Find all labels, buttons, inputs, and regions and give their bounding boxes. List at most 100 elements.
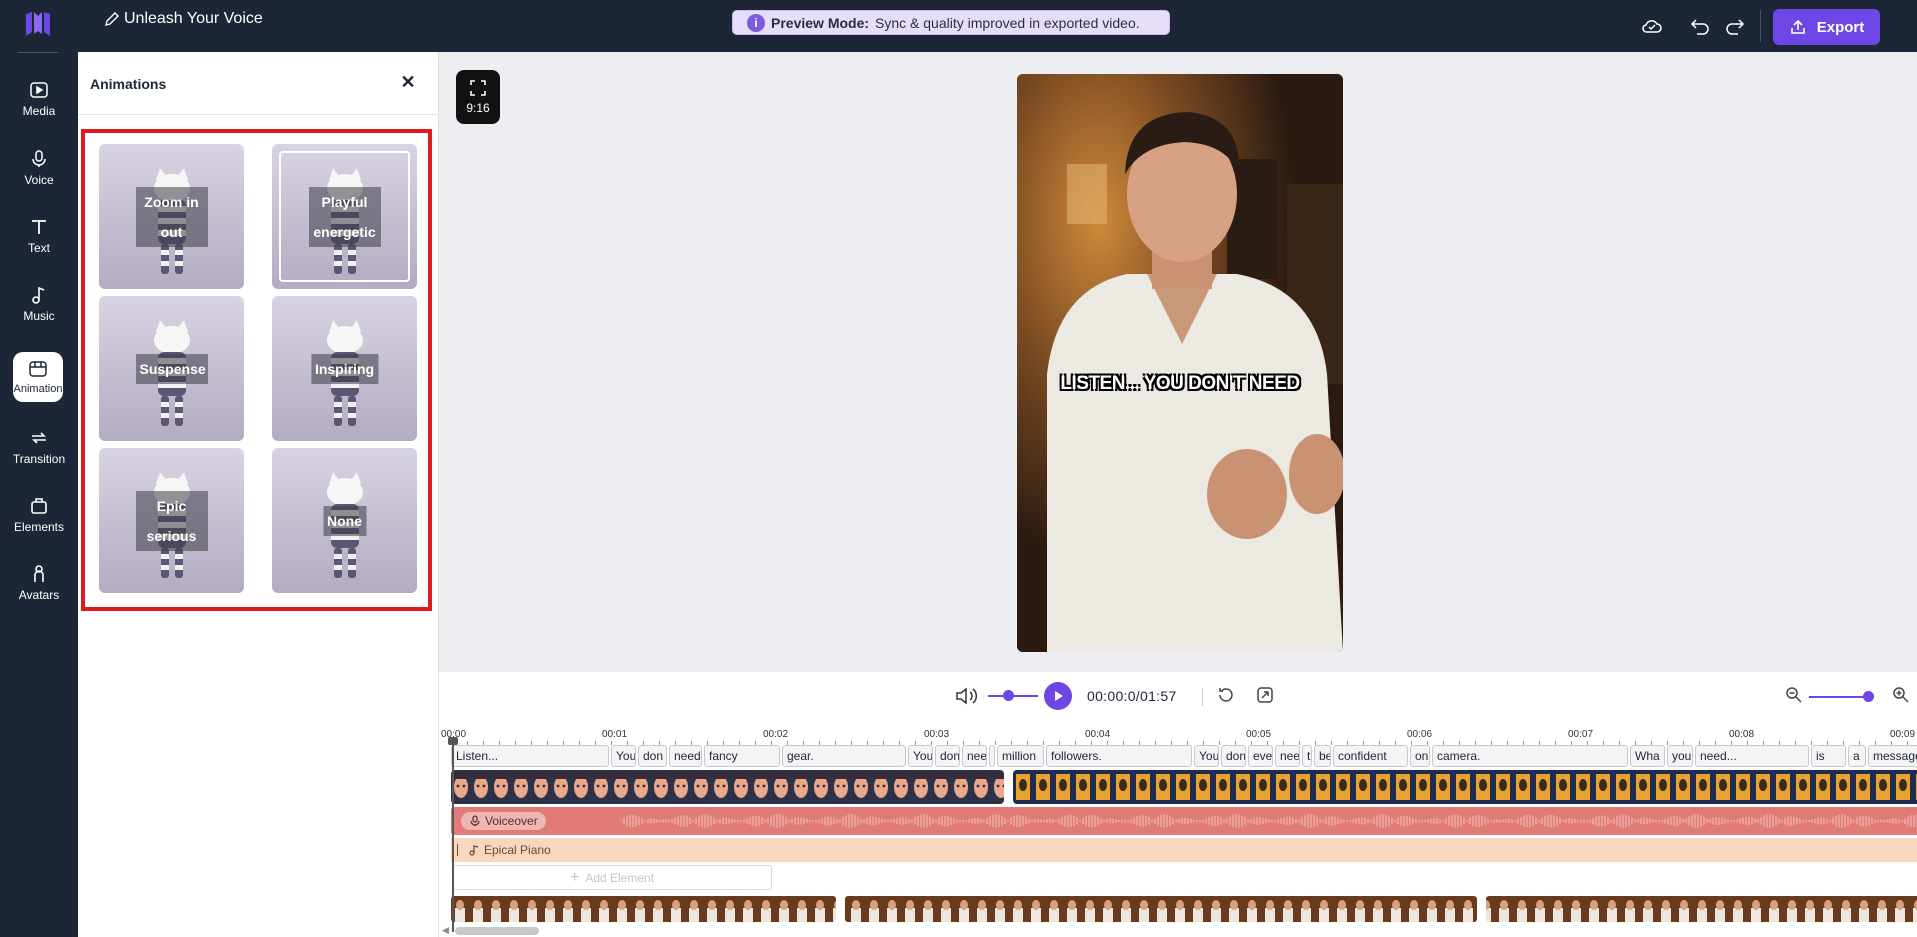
timeline[interactable]: 00:00 00:01 00:02 00:03 00:04 00:05 00:06 00:07… — [439, 722, 1917, 937]
scene-thumbnails-image — [451, 770, 1004, 804]
cloud-save-icon[interactable] — [1640, 14, 1664, 38]
rail-item-label: Voice — [24, 173, 54, 187]
caption-word-chip[interactable]: be — [1314, 745, 1331, 767]
animation-card-inspiring[interactable]: Inspiring — [272, 296, 417, 441]
play-button[interactable] — [1044, 682, 1072, 710]
caption-word-chip[interactable]: you — [1667, 745, 1693, 767]
animation-icon — [29, 361, 47, 377]
rail-item-avatars[interactable]: Avatars — [8, 556, 70, 610]
panel-title: Animations — [90, 76, 167, 92]
music-note-icon — [32, 286, 45, 304]
ruler-tick-label: 00:03 — [924, 729, 950, 740]
caption-word-chip[interactable]: is — [1811, 745, 1846, 767]
caption-word-chip[interactable]: followers. — [1046, 745, 1192, 767]
aspect-ratio-label: 9:16 — [466, 101, 490, 115]
zoom-in-icon[interactable] — [1891, 685, 1911, 705]
timeline-zoom-track[interactable] — [1809, 696, 1867, 698]
caption-word-chip[interactable]: nee — [1275, 745, 1300, 767]
rail-item-label: Avatars — [18, 588, 60, 602]
caption-word-chip[interactable]: t — [1302, 745, 1312, 767]
app-logo-icon[interactable] — [22, 8, 54, 40]
rail-item-transition[interactable]: Transition — [8, 420, 70, 474]
upload-icon — [1790, 19, 1805, 34]
restart-icon[interactable] — [1216, 685, 1236, 705]
rail-item-music[interactable]: Music — [8, 277, 70, 331]
caption-word-chip[interactable]: You — [1194, 745, 1219, 767]
video-frame-image — [1017, 74, 1343, 652]
video-preview[interactable]: LISTEN... YOU DON'T NEED — [1017, 74, 1343, 652]
add-element-button[interactable]: + Add Element — [452, 865, 772, 890]
animation-card-epic-serious[interactable]: Epic serious — [99, 448, 244, 593]
caption-word-chip[interactable]: message — [1868, 745, 1917, 767]
ruler-tick-label: 00:09 — [1890, 729, 1916, 740]
caption-word-chip[interactable]: don — [935, 745, 960, 767]
scroll-left-arrow[interactable]: ◀ — [442, 925, 449, 936]
animation-card-label: Playful energetic — [308, 186, 381, 247]
rail-item-text[interactable]: Text — [8, 209, 70, 263]
editor-app: Media Voice Text Music Animation Transit… — [0, 0, 1917, 937]
caption-word-chip[interactable]: gear. — [782, 745, 906, 767]
caption-word-chip[interactable]: million — [997, 745, 1044, 767]
caption-word-chip[interactable]: confident — [1333, 745, 1408, 767]
avatar-video-track[interactable] — [451, 896, 1917, 922]
timeline-zoom-handle[interactable] — [1863, 691, 1874, 702]
scene-clip-2[interactable] — [1013, 770, 1917, 804]
caption-word-chip[interactable]: Wha — [1630, 745, 1665, 767]
caption-word-chip[interactable]: on — [1410, 745, 1430, 767]
rail-item-label: Text — [27, 241, 50, 255]
scene-clip-1[interactable] — [451, 770, 1004, 804]
export-label: Export — [1816, 18, 1865, 36]
caption-word-chip[interactable]: You — [611, 745, 636, 767]
aspect-ratio-button[interactable]: 9:16 — [456, 70, 500, 124]
project-title[interactable]: Unleash Your Voice — [104, 10, 263, 28]
timeline-ruler[interactable]: 00:00 00:01 00:02 00:03 00:04 00:05 00:06 00:07… — [439, 722, 1917, 745]
top-bar: Unleash Your Voice i Preview Mode: Sync … — [78, 0, 1917, 52]
rail-item-media[interactable]: Media — [8, 72, 70, 126]
animation-card-label: Zoom in out — [135, 186, 208, 247]
caption-word-chip[interactable]: need — [669, 745, 702, 767]
export-button[interactable]: Export — [1773, 9, 1880, 45]
transition-icon — [32, 432, 46, 444]
caption-word-chip[interactable]: need... — [1695, 745, 1809, 767]
zoom-out-icon[interactable] — [1784, 685, 1804, 705]
rail-item-label: Elements — [13, 520, 65, 534]
close-icon[interactable]: ✕ — [398, 72, 418, 92]
rail-divider — [18, 52, 58, 53]
fit-screen-icon[interactable] — [1255, 685, 1275, 705]
project-title-text: Unleash Your Voice — [124, 10, 263, 27]
caption-word-chip[interactable]: don — [1221, 745, 1246, 767]
caption-word-chip[interactable]: Listen... — [451, 745, 609, 767]
caption-word-chip[interactable]: eve — [1248, 745, 1273, 767]
music-label: Epical Piano — [484, 843, 551, 857]
voiceover-tag: Voiceover — [461, 812, 546, 830]
music-track[interactable]: Epical Piano — [451, 838, 1917, 862]
animation-card-playful-energetic[interactable]: Playful energetic — [272, 144, 417, 289]
microphone-icon — [32, 150, 46, 167]
timeline-scrollbar[interactable] — [455, 927, 539, 935]
voiceover-track[interactable]: Voiceover — [451, 807, 1917, 835]
animation-card-none[interactable]: None — [272, 448, 417, 593]
caption-word-chip[interactable]: nee — [962, 745, 987, 767]
animation-card-zoom-in-out[interactable]: Zoom in out — [99, 144, 244, 289]
caption-word-chip[interactable]: don — [638, 745, 667, 767]
caption-word-chip[interactable]: fancy — [704, 745, 780, 767]
preview-mode-label: Preview Mode: — [771, 14, 870, 31]
volume-slider-handle[interactable] — [1003, 690, 1014, 701]
rail-item-label: Transition — [12, 452, 66, 466]
ruler-tick-label: 00:01 — [602, 729, 628, 740]
caption-word-chip[interactable]: You — [908, 745, 933, 767]
rail-item-voice[interactable]: Voice — [8, 141, 70, 195]
undo-icon[interactable] — [1688, 14, 1712, 38]
caption-word-chip[interactable]: camera. — [1432, 745, 1628, 767]
rail-item-animation[interactable]: Animation — [13, 352, 63, 402]
volume-icon[interactable] — [954, 684, 980, 708]
rail-item-elements[interactable]: Elements — [8, 488, 70, 542]
caption-word-chip[interactable]: a — [1848, 745, 1866, 767]
animation-options-highlight: Zoom in out Playful energetic Suspense I… — [81, 129, 432, 611]
caption-word-chip[interactable] — [989, 745, 995, 767]
animation-card-suspense[interactable]: Suspense — [99, 296, 244, 441]
avatar-thumbnails-image — [451, 896, 1917, 922]
playhead[interactable] — [452, 740, 454, 932]
voiceover-waveform — [621, 814, 1917, 828]
redo-icon[interactable] — [1723, 14, 1747, 38]
